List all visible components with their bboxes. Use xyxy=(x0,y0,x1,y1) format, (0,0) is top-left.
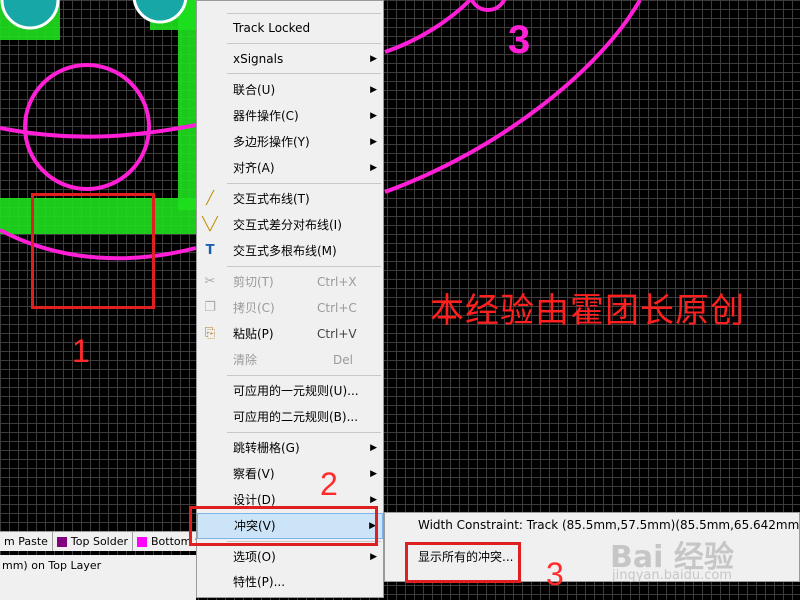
copy-icon: ❐ xyxy=(204,300,216,315)
menu-separator xyxy=(227,43,381,44)
highlight-box-violations-item xyxy=(189,506,378,546)
outline-pad-top xyxy=(469,0,507,12)
menu-item-polygon-actions[interactable]: 多边形操作(Y) ▶ xyxy=(197,130,383,154)
status-text: mm) on Top Layer xyxy=(2,559,102,572)
cut-icon: ✂ xyxy=(204,274,216,289)
menu-item-binary-rules[interactable]: 可应用的二元规则(B)... xyxy=(197,405,383,429)
watermark-text: 本经验由霍团长原创 xyxy=(430,291,745,331)
menu-item-multi-routing[interactable]: T 交互式多根布线(M) xyxy=(197,239,383,263)
diff-pair-route-icon: ╲╱ xyxy=(202,217,218,232)
annotation-3-top: 3 xyxy=(508,18,531,62)
menu-item-interactive-routing[interactable]: ╱ 交互式布线(T) xyxy=(197,187,383,211)
highlight-box-track xyxy=(31,193,155,309)
annotation-2: 2 xyxy=(320,466,338,502)
menu-item-union[interactable]: 联合(U) ▶ xyxy=(197,78,383,102)
submenu-arrow-icon: ▶ xyxy=(370,552,377,562)
multi-route-icon: T xyxy=(205,243,215,258)
baidu-url-watermark: jingyan.baidu.com xyxy=(612,568,732,583)
menu-item-copy[interactable]: ❐ 拷贝(C) Ctrl+C xyxy=(197,296,383,320)
menu-item-options[interactable]: 选项(O) ▶ xyxy=(197,545,383,569)
menu-separator xyxy=(227,266,381,267)
menu-item-component-actions[interactable]: 器件操作(C) ▶ xyxy=(197,104,383,128)
copper-trace-vertical xyxy=(178,0,196,210)
pcb-canvas[interactable]: 1 3 本经验由霍团长原创 xyxy=(0,0,800,600)
menu-separator xyxy=(227,73,381,74)
menu-item-jump-grid[interactable]: 跳转栅格(G) ▶ xyxy=(197,436,383,460)
layer-color-swatch xyxy=(137,536,148,547)
menu-item-align[interactable]: 对齐(A) ▶ xyxy=(197,156,383,180)
menu-item-diff-pair-routing[interactable]: ╲╱ 交互式差分对布线(I) xyxy=(197,213,383,237)
menu-separator xyxy=(227,432,381,433)
submenu-arrow-icon: ▶ xyxy=(370,85,377,95)
annotation-3-bottom: 3 xyxy=(546,556,564,592)
submenu-arrow-icon: ▶ xyxy=(370,137,377,147)
layer-tab-paste[interactable]: m Paste xyxy=(0,532,53,551)
outline-arc-top xyxy=(384,0,472,54)
layer-tab-top-solder[interactable]: Top Solder xyxy=(53,532,134,551)
menu-item-clear[interactable]: 清除 Del xyxy=(197,348,383,372)
menu-item-view[interactable]: 察看(V) ▶ xyxy=(197,462,383,486)
submenu-arrow-icon: ▶ xyxy=(370,54,377,64)
submenu-arrow-icon: ▶ xyxy=(370,469,377,479)
menu-item-unary-rules[interactable]: 可应用的一元规则(U)... xyxy=(197,379,383,403)
route-icon: ╱ xyxy=(206,191,214,206)
annotation-1: 1 xyxy=(72,333,90,369)
layer-color-swatch xyxy=(56,536,67,547)
outline-circle xyxy=(23,63,151,191)
menu-item-cut[interactable]: ✂ 剪切(T) Ctrl+X xyxy=(197,270,383,294)
submenu-item-width-constraint[interactable]: Width Constraint: Track (85.5mm,57.5mm)(… xyxy=(418,518,800,532)
layer-tab-label: Top Solder xyxy=(70,535,129,548)
menu-item-xsignals[interactable]: xSignals ▶ xyxy=(197,47,383,71)
submenu-arrow-icon: ▶ xyxy=(370,443,377,453)
layer-tab-label: m Paste xyxy=(4,535,48,548)
menu-item-partial[interactable]: —— xyxy=(197,0,383,11)
paste-icon: ⎘ xyxy=(204,326,216,341)
layer-tab-bottom-solder[interactable]: Bottom S xyxy=(133,532,196,551)
menu-separator xyxy=(227,13,381,14)
menu-separator xyxy=(227,375,381,376)
highlight-box-show-all xyxy=(405,542,521,583)
menu-item-track-locked[interactable]: Track Locked xyxy=(197,16,383,40)
status-bar: mm) on Top Layer xyxy=(0,555,196,600)
submenu-arrow-icon: ▶ xyxy=(370,111,377,121)
outline-arc-left xyxy=(0,123,197,139)
menu-separator xyxy=(227,183,381,184)
submenu-arrow-icon: ▶ xyxy=(370,163,377,173)
menu-item-paste[interactable]: ⎘ 粘贴(P) Ctrl+V xyxy=(197,322,383,346)
layer-tabs: m Paste Top Solder Bottom S xyxy=(0,531,196,551)
menu-item-properties[interactable]: 特性(P)... xyxy=(197,570,383,594)
